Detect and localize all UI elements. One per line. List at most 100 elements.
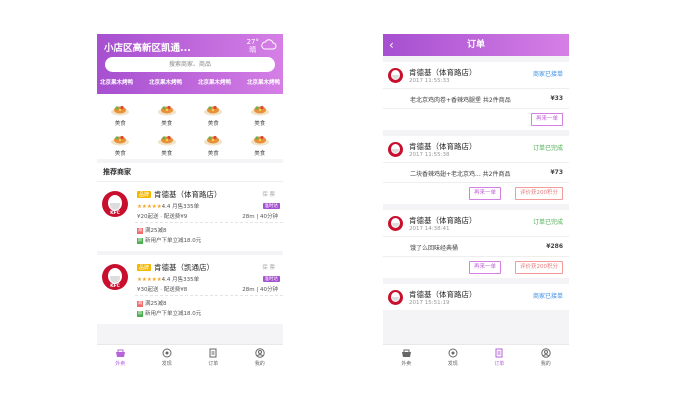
orders-header: ‹ 订单 [383, 34, 569, 56]
discover-icon [448, 348, 458, 358]
kfc-logo: KFC [388, 142, 403, 157]
search-input[interactable]: 搜索商家、商品 [105, 57, 275, 72]
promo-badge: 新 [137, 237, 143, 244]
rating: ★★★★★4.4 月售335单 [137, 202, 199, 210]
back-icon[interactable]: ‹ [389, 34, 394, 56]
cloud-icon [261, 39, 277, 50]
tab-item[interactable]: 发现 [430, 345, 477, 370]
food-icon [204, 135, 223, 146]
order-card[interactable]: KFC 肯德基（体育路店） 2017 11:55:38 订单已完成 二块香辣鸡翅… [383, 136, 569, 204]
food-icon [204, 105, 223, 116]
brand-badge: 品牌 [137, 191, 152, 198]
review-button[interactable]: 评价获200积分 [515, 261, 563, 274]
food-icon [111, 135, 130, 146]
category-label: 美食 [161, 121, 173, 127]
category-label: 美食 [207, 151, 219, 157]
weather-info: 27° 晴 [247, 38, 259, 54]
category-item[interactable]: 美食 [97, 101, 144, 127]
food-icon [157, 135, 176, 146]
brand-badge: 品牌 [137, 264, 152, 271]
kfc-logo: KFC [388, 68, 403, 83]
promo-badge: 减 [137, 300, 143, 307]
order-status: 订单已完成 [532, 219, 563, 226]
food-icon [111, 105, 130, 116]
tab-item[interactable]: 我的 [237, 345, 284, 370]
tab-item[interactable]: 订单 [476, 345, 523, 370]
order-header: KFC 肯德基（体育路店） 2017 11:55:33 商家已接单 [383, 62, 569, 88]
order-shop-name: 肯德基（体育路店） [409, 216, 477, 225]
category-label: 美食 [161, 151, 173, 157]
delivery-fee: ¥20起送 · 配送费¥9 [137, 214, 188, 220]
quick-tag[interactable]: 北京果木烤鸭 [100, 78, 133, 86]
reorder-button[interactable]: 再来一单 [468, 261, 501, 274]
order-items: 饿了么回味经典桶 [410, 245, 459, 252]
category-item[interactable]: 美食 [97, 131, 144, 157]
category-item[interactable]: 美食 [190, 101, 237, 127]
order-header: KFC 肯德基（体育路店） 2017 11:55:38 订单已完成 [383, 136, 569, 162]
tab-item[interactable]: 外卖 [383, 345, 430, 370]
order-items-row: 饿了么回味经典桶 ¥286 [383, 236, 569, 256]
category-label: 美食 [114, 121, 126, 127]
quick-tag[interactable]: 北京果木烤鸭 [247, 78, 280, 86]
tab-item[interactable]: 我的 [523, 345, 570, 370]
order-status: 商家已接单 [532, 71, 563, 78]
order-card[interactable]: KFC 肯德基（体育路店） 2017 11:55:33 商家已接单 老北京鸡肉卷… [383, 62, 569, 130]
home-header: 小店区高新区凯通... 27° 晴 搜索商家、商品 北京果木烤鸭 北京果木烤鸭 … [97, 34, 283, 94]
orders-icon [209, 348, 217, 358]
tab-item[interactable]: 订单 [190, 345, 237, 370]
food-icon [250, 135, 269, 146]
star-icons: ★★★★★ [137, 277, 162, 283]
tab-label: 发现 [447, 361, 458, 367]
category-item[interactable]: 美食 [144, 101, 191, 127]
orders-screen: ‹ 订单 KFC 肯德基（体育路店） 2017 11:55:33 商家已接单 老… [383, 34, 569, 370]
category-item[interactable]: 美食 [144, 131, 191, 157]
food-icon [157, 105, 176, 116]
shop-name: 肯德基（凯通店） [154, 263, 214, 272]
order-time: 2017 11:55:38 [409, 152, 450, 158]
category-label: 美食 [114, 151, 126, 157]
quick-tag[interactable]: 北京果木烤鸭 [198, 78, 231, 86]
promo-line: 新新用户下单立减18.0元 [137, 309, 201, 317]
delivery-time: 40分钟 [260, 214, 278, 220]
order-price: ¥286 [546, 243, 563, 250]
quick-tag[interactable]: 北京果木烤鸭 [149, 78, 182, 86]
order-items: 老北京鸡肉卷+香辣鸡腿堡 共2件商品 [410, 97, 511, 104]
reorder-button[interactable]: 再来一单 [468, 187, 501, 200]
page-title: 订单 [466, 40, 485, 50]
promo-text: 新用户下单立减18.0元 [145, 311, 202, 317]
distance: 28m [242, 287, 255, 293]
tab-label: 外卖 [401, 361, 412, 367]
promo-text: 满25减8 [145, 301, 167, 307]
reorder-button[interactable]: 再来一单 [530, 113, 563, 126]
category-item[interactable]: 美食 [237, 101, 284, 127]
weather-temp: 27° [246, 38, 259, 46]
order-time: 2017 14:38:41 [409, 226, 450, 232]
order-card[interactable]: KFC 肯德基（体育路店） 2017 15:51:19 商家已接单 [383, 284, 569, 310]
review-button[interactable]: 评价获200积分 [515, 187, 563, 200]
tab-bar: 外卖 发现 订单 我的 [383, 344, 569, 370]
category-item[interactable]: 美食 [190, 131, 237, 157]
location-selector[interactable]: 小店区高新区凯通... [104, 40, 191, 54]
promo-text: 新用户下单立减18.0元 [145, 238, 202, 244]
category-item[interactable]: 美食 [237, 131, 284, 157]
weather-desc: 晴 [249, 46, 257, 54]
distance: 28m [242, 214, 255, 220]
distance-time: 28m | 40分钟 [242, 214, 278, 220]
category-label: 美食 [207, 121, 219, 127]
order-items-row: 老北京鸡肉卷+香辣鸡腿堡 共2件商品 ¥33 [383, 88, 569, 108]
rating-value: 4.4 [161, 277, 171, 283]
order-status: 商家已接单 [532, 293, 563, 300]
order-actions: 再来一单 评价获200积分 [383, 256, 569, 278]
order-card[interactable]: KFC 肯德基（体育路店） 2017 14:38:41 订单已完成 饿了么回味经… [383, 210, 569, 278]
rating-value: 4.4 [161, 204, 171, 210]
shop-card[interactable]: KFC 品牌 肯德基（体育路店） 保 票 ★★★★★4.4 月售335单 准时达… [97, 182, 283, 255]
tab-item[interactable]: 外卖 [97, 345, 144, 370]
category-label: 美食 [254, 121, 266, 127]
order-price: ¥33 [550, 95, 563, 102]
shop-card[interactable]: KFC 品牌 肯德基（凯通店） 保 票 ★★★★★4.4 月售335单 准时达 … [97, 255, 283, 328]
tab-label: 订单 [208, 361, 219, 367]
ontime-badge: 准时达 [262, 276, 280, 282]
star-icons: ★★★★★ [137, 204, 162, 210]
delivery-fee: ¥30起送 · 配送费¥8 [137, 287, 188, 293]
tab-item[interactable]: 发现 [144, 345, 191, 370]
